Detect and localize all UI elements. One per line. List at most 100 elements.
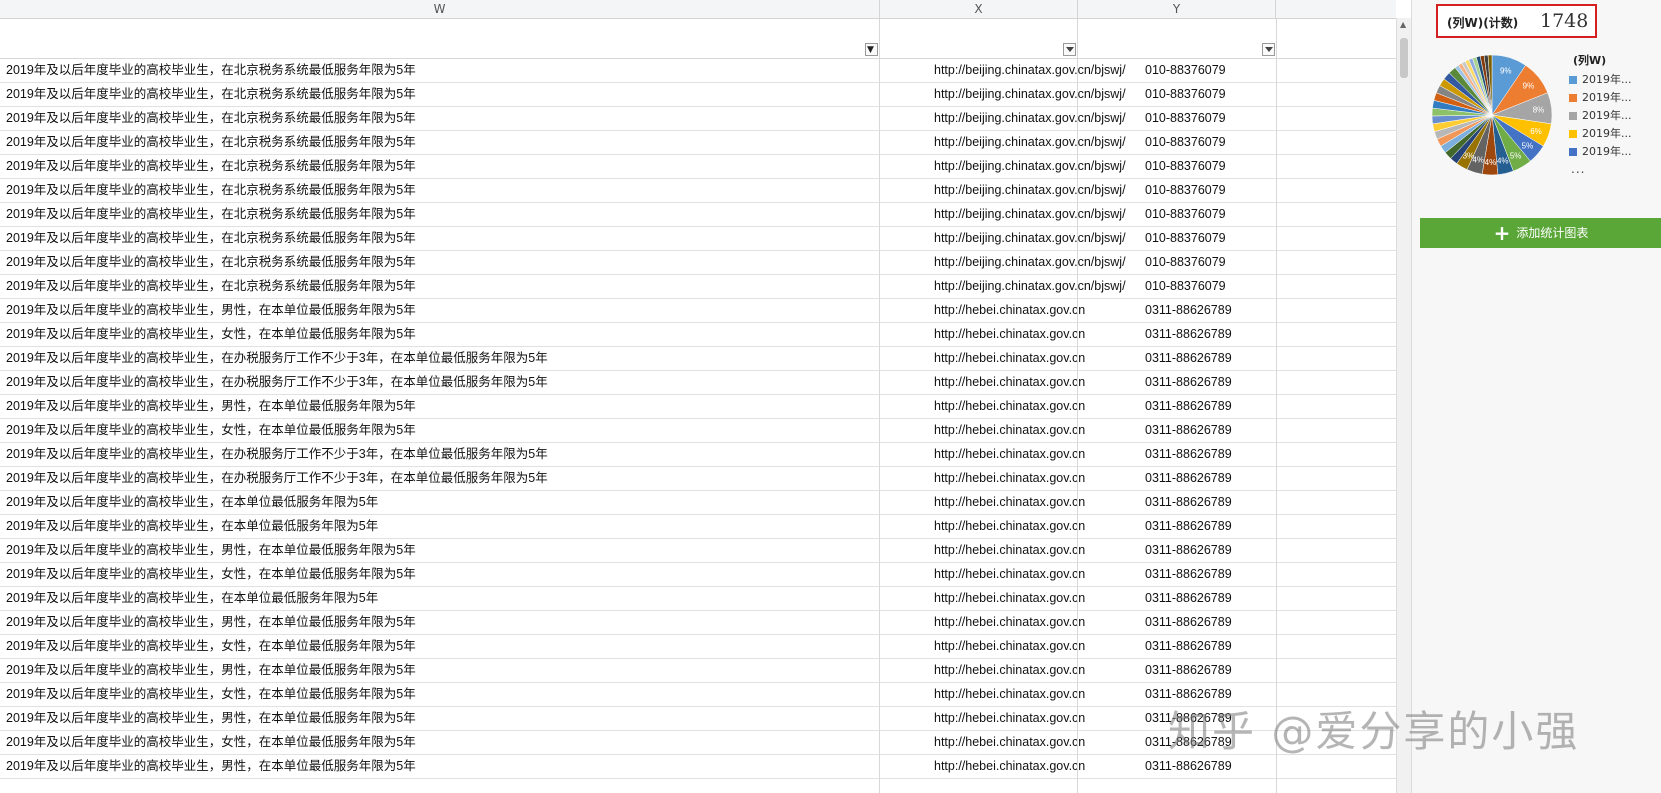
cell-x[interactable]: http://hebei.chinatax.gov.cn — [934, 347, 1142, 370]
cell-w[interactable]: 2019年及以后年度毕业的高校毕业生，在北京税务系统最低服务年限为5年 — [6, 275, 930, 298]
table-row[interactable]: 2019年及以后年度毕业的高校毕业生，在北京税务系统最低服务年限为5年 http:… — [0, 251, 1396, 275]
cell-x[interactable]: http://hebei.chinatax.gov.cn — [934, 635, 1142, 658]
table-row[interactable]: 2019年及以后年度毕业的高校毕业生，在办税服务厅工作不少于3年，在本单位最低服… — [0, 371, 1396, 395]
cell-x[interactable]: http://beijing.chinatax.gov.cn/bjswj/ — [934, 155, 1142, 178]
cell-y[interactable]: 0311-88626789 — [1145, 731, 1350, 754]
cell-y[interactable]: 0311-88626789 — [1145, 323, 1350, 346]
table-row[interactable]: 2019年及以后年度毕业的高校毕业生，在北京税务系统最低服务年限为5年 http:… — [0, 83, 1396, 107]
column-header-y[interactable]: Y — [1078, 0, 1276, 18]
cell-w[interactable]: 2019年及以后年度毕业的高校毕业生，在本单位最低服务年限为5年 — [6, 587, 930, 610]
add-chart-button[interactable]: + 添加统计图表 — [1420, 218, 1661, 248]
scrollbar-thumb[interactable] — [1400, 38, 1408, 78]
cell-w[interactable]: 2019年及以后年度毕业的高校毕业生，在北京税务系统最低服务年限为5年 — [6, 227, 930, 250]
cell-x[interactable]: http://hebei.chinatax.gov.cn — [934, 299, 1142, 322]
cell-y[interactable]: 0311-88626789 — [1145, 659, 1350, 682]
cell-y[interactable]: 010-88376079 — [1145, 107, 1350, 130]
cell-w[interactable]: 2019年及以后年度毕业的高校毕业生，在本单位最低服务年限为5年 — [6, 515, 930, 538]
cell-y[interactable]: 010-88376079 — [1145, 227, 1350, 250]
cell-x[interactable]: http://beijing.chinatax.gov.cn/bjswj/ — [934, 179, 1142, 202]
legend-more[interactable]: ... — [1571, 162, 1661, 176]
filter-button-x[interactable] — [1063, 43, 1076, 56]
cell-w[interactable]: 2019年及以后年度毕业的高校毕业生，在北京税务系统最低服务年限为5年 — [6, 155, 930, 178]
cell-y[interactable]: 0311-88626789 — [1145, 443, 1350, 466]
pie-chart[interactable]: 9%9%8%6%5%5%4%4%4%3% — [1426, 48, 1562, 182]
cell-w[interactable]: 2019年及以后年度毕业的高校毕业生，女性，在本单位最低服务年限为5年 — [6, 323, 930, 346]
cell-w[interactable]: 2019年及以后年度毕业的高校毕业生，女性，在本单位最低服务年限为5年 — [6, 683, 930, 706]
cell-x[interactable]: http://beijing.chinatax.gov.cn/bjswj/ — [934, 251, 1142, 274]
filter-active-button-w[interactable]: ▼ — [865, 43, 878, 56]
cell-y[interactable]: 010-88376079 — [1145, 83, 1350, 106]
table-row[interactable]: 2019年及以后年度毕业的高校毕业生，在北京税务系统最低服务年限为5年 http:… — [0, 107, 1396, 131]
spreadsheet-grid[interactable]: W X Y ▼ 2019年及以后年度毕业的高校毕业生，在北京税务系统最低服务年限… — [0, 0, 1396, 793]
table-row[interactable]: 2019年及以后年度毕业的高校毕业生，在本单位最低服务年限为5年 http://h… — [0, 515, 1396, 539]
cell-w[interactable]: 2019年及以后年度毕业的高校毕业生，在办税服务厅工作不少于3年，在本单位最低服… — [6, 443, 930, 466]
table-row[interactable]: 2019年及以后年度毕业的高校毕业生，女性，在本单位最低服务年限为5年 http:… — [0, 323, 1396, 347]
cell-x[interactable]: http://beijing.chinatax.gov.cn/bjswj/ — [934, 107, 1142, 130]
cell-y[interactable]: 0311-88626789 — [1145, 467, 1350, 490]
cell-y[interactable]: 010-88376079 — [1145, 203, 1350, 226]
cell-y[interactable]: 0311-88626789 — [1145, 755, 1350, 778]
cell-x[interactable]: http://hebei.chinatax.gov.cn — [934, 539, 1142, 562]
cell-w[interactable]: 2019年及以后年度毕业的高校毕业生，在北京税务系统最低服务年限为5年 — [6, 203, 930, 226]
cell-w[interactable]: 2019年及以后年度毕业的高校毕业生，在北京税务系统最低服务年限为5年 — [6, 131, 930, 154]
table-row[interactable]: 2019年及以后年度毕业的高校毕业生，男性，在本单位最低服务年限为5年 http:… — [0, 755, 1396, 779]
cell-y[interactable]: 0311-88626789 — [1145, 563, 1350, 586]
cell-y[interactable]: 0311-88626789 — [1145, 419, 1350, 442]
cell-y[interactable]: 0311-88626789 — [1145, 611, 1350, 634]
table-row[interactable]: 2019年及以后年度毕业的高校毕业生，在北京税务系统最低服务年限为5年 http:… — [0, 275, 1396, 299]
table-row[interactable]: 2019年及以后年度毕业的高校毕业生，在北京税务系统最低服务年限为5年 http:… — [0, 227, 1396, 251]
table-row[interactable]: 2019年及以后年度毕业的高校毕业生，在北京税务系统最低服务年限为5年 http:… — [0, 203, 1396, 227]
table-row[interactable]: 2019年及以后年度毕业的高校毕业生，在本单位最低服务年限为5年 http://h… — [0, 587, 1396, 611]
table-row[interactable]: 2019年及以后年度毕业的高校毕业生，在北京税务系统最低服务年限为5年 http:… — [0, 59, 1396, 83]
vertical-scrollbar[interactable]: ▲ — [1396, 18, 1411, 793]
table-row[interactable]: 2019年及以后年度毕业的高校毕业生，女性，在本单位最低服务年限为5年 http:… — [0, 419, 1396, 443]
table-row[interactable]: 2019年及以后年度毕业的高校毕业生，在办税服务厅工作不少于3年，在本单位最低服… — [0, 443, 1396, 467]
table-row[interactable]: 2019年及以后年度毕业的高校毕业生，男性，在本单位最低服务年限为5年 http:… — [0, 659, 1396, 683]
cell-w[interactable]: 2019年及以后年度毕业的高校毕业生，女性，在本单位最低服务年限为5年 — [6, 731, 930, 754]
cell-y[interactable]: 0311-88626789 — [1145, 683, 1350, 706]
cell-x[interactable]: http://hebei.chinatax.gov.cn — [934, 371, 1142, 394]
cell-w[interactable]: 2019年及以后年度毕业的高校毕业生，在办税服务厅工作不少于3年，在本单位最低服… — [6, 347, 930, 370]
cell-x[interactable]: http://hebei.chinatax.gov.cn — [934, 419, 1142, 442]
column-header-x[interactable]: X — [880, 0, 1078, 18]
cell-x[interactable]: http://beijing.chinatax.gov.cn/bjswj/ — [934, 131, 1142, 154]
cell-y[interactable]: 010-88376079 — [1145, 155, 1350, 178]
cell-x[interactable]: http://hebei.chinatax.gov.cn — [934, 731, 1142, 754]
cell-y[interactable]: 010-88376079 — [1145, 275, 1350, 298]
table-row[interactable]: 2019年及以后年度毕业的高校毕业生，在办税服务厅工作不少于3年，在本单位最低服… — [0, 467, 1396, 491]
cell-w[interactable]: 2019年及以后年度毕业的高校毕业生，在办税服务厅工作不少于3年，在本单位最低服… — [6, 371, 930, 394]
cell-y[interactable]: 0311-88626789 — [1145, 515, 1350, 538]
table-row[interactable]: 2019年及以后年度毕业的高校毕业生，男性，在本单位最低服务年限为5年 http:… — [0, 707, 1396, 731]
cell-y[interactable]: 0311-88626789 — [1145, 299, 1350, 322]
legend-item[interactable]: 2019年... — [1567, 90, 1661, 108]
cell-y[interactable]: 0311-88626789 — [1145, 371, 1350, 394]
table-row[interactable]: 2019年及以后年度毕业的高校毕业生，在本单位最低服务年限为5年 http://h… — [0, 491, 1396, 515]
cell-x[interactable]: http://hebei.chinatax.gov.cn — [934, 587, 1142, 610]
cell-y[interactable]: 0311-88626789 — [1145, 587, 1350, 610]
cell-y[interactable]: 0311-88626789 — [1145, 635, 1350, 658]
cell-y[interactable]: 0311-88626789 — [1145, 395, 1350, 418]
cell-x[interactable]: http://beijing.chinatax.gov.cn/bjswj/ — [934, 275, 1142, 298]
cell-w[interactable]: 2019年及以后年度毕业的高校毕业生，男性，在本单位最低服务年限为5年 — [6, 611, 930, 634]
table-row[interactable]: 2019年及以后年度毕业的高校毕业生，在办税服务厅工作不少于3年，在本单位最低服… — [0, 347, 1396, 371]
table-row[interactable]: 2019年及以后年度毕业的高校毕业生，在北京税务系统最低服务年限为5年 http:… — [0, 155, 1396, 179]
table-row[interactable]: 2019年及以后年度毕业的高校毕业生，在北京税务系统最低服务年限为5年 http:… — [0, 131, 1396, 155]
cell-w[interactable]: 2019年及以后年度毕业的高校毕业生，男性，在本单位最低服务年限为5年 — [6, 299, 930, 322]
scroll-up-icon[interactable]: ▲ — [1400, 21, 1406, 29]
legend-item[interactable]: 2019年... — [1567, 72, 1661, 90]
cell-x[interactable]: http://hebei.chinatax.gov.cn — [934, 395, 1142, 418]
cell-x[interactable]: http://hebei.chinatax.gov.cn — [934, 707, 1142, 730]
cell-x[interactable]: http://hebei.chinatax.gov.cn — [934, 683, 1142, 706]
column-header-w[interactable]: W — [0, 0, 880, 18]
cell-y[interactable]: 0311-88626789 — [1145, 707, 1350, 730]
cell-x[interactable]: http://beijing.chinatax.gov.cn/bjswj/ — [934, 83, 1142, 106]
cell-w[interactable]: 2019年及以后年度毕业的高校毕业生，在北京税务系统最低服务年限为5年 — [6, 59, 930, 82]
cell-y[interactable]: 0311-88626789 — [1145, 539, 1350, 562]
table-row[interactable]: 2019年及以后年度毕业的高校毕业生，女性，在本单位最低服务年限为5年 http:… — [0, 683, 1396, 707]
cell-x[interactable]: http://hebei.chinatax.gov.cn — [934, 659, 1142, 682]
cell-x[interactable]: http://hebei.chinatax.gov.cn — [934, 467, 1142, 490]
table-row[interactable]: 2019年及以后年度毕业的高校毕业生，在北京税务系统最低服务年限为5年 http:… — [0, 179, 1396, 203]
cell-y[interactable]: 010-88376079 — [1145, 179, 1350, 202]
table-row[interactable]: 2019年及以后年度毕业的高校毕业生，男性，在本单位最低服务年限为5年 http:… — [0, 395, 1396, 419]
cell-y[interactable]: 010-88376079 — [1145, 59, 1350, 82]
